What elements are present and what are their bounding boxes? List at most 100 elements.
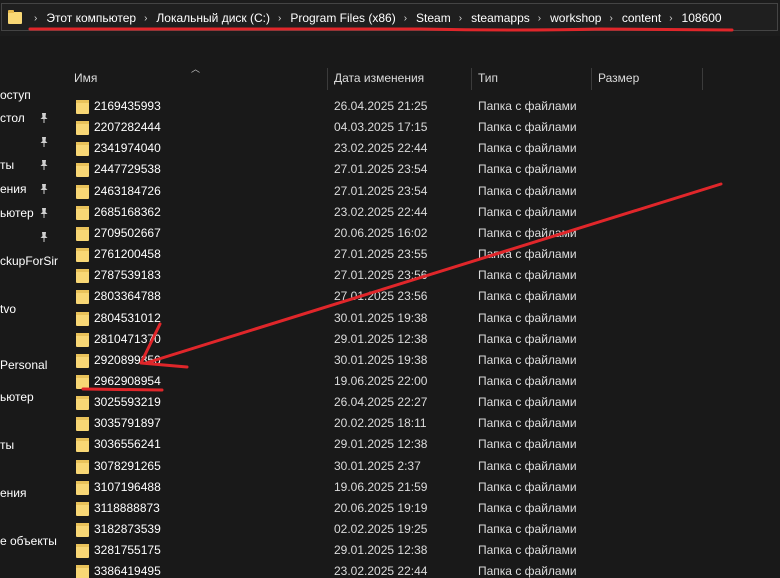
folder-icon	[76, 290, 89, 305]
file-date: 26.04.2025 22:27	[334, 395, 428, 410]
file-row[interactable]: 2962908954 19.06.2025 22:00 Папка с файлам…	[58, 371, 780, 392]
folder-icon	[8, 10, 22, 24]
file-row[interactable]: 2685168362 23.02.2025 22:44 Папка с файлам…	[58, 202, 780, 223]
pin-icon[interactable]	[39, 136, 49, 148]
file-row[interactable]: 2709502667 20.06.2025 16:02 Папка с файлам…	[58, 223, 780, 244]
file-row[interactable]: 2447729538 27.01.2025 23:54 Папка с файлам…	[58, 159, 780, 180]
file-row[interactable]: 2920899850 30.01.2025 19:38 Папка с файлам…	[58, 350, 780, 371]
column-header-date[interactable]: Дата изменения	[328, 66, 471, 92]
file-date: 30.01.2025 2:37	[334, 458, 421, 473]
file-name: 3107196488	[94, 479, 161, 494]
chevron-right-icon[interactable]: ›	[278, 13, 281, 24]
file-row[interactable]: 3036556241 29.01.2025 12:38 Папка с файлам…	[58, 434, 780, 455]
nav-item[interactable]: ты	[0, 154, 58, 176]
nav-item-label: ения	[0, 486, 27, 500]
nav-item[interactable]	[0, 506, 58, 528]
chevron-right-icon[interactable]: ›	[609, 13, 612, 24]
file-name: 2709502667	[94, 225, 161, 240]
file-row[interactable]: 3078291265 30.01.2025 2:37 Папка с файлами	[58, 456, 780, 477]
nav-item[interactable]: tvo	[0, 298, 58, 320]
nav-item[interactable]: ckupForSir	[0, 250, 58, 272]
file-date: 20.06.2025 16:02	[334, 225, 428, 240]
file-type: Папка с файлами	[478, 183, 577, 198]
file-row[interactable]: 3035791897 20.02.2025 18:11 Папка с файлам…	[58, 413, 780, 434]
chevron-right-icon[interactable]: ›	[538, 13, 541, 24]
address-bar[interactable]: › Этот компьютер › Локальный диск (C:) › Prog…	[1, 3, 778, 31]
file-name: 3078291265	[94, 458, 161, 473]
chevron-right-icon[interactable]: ›	[34, 13, 37, 24]
nav-item[interactable]	[0, 274, 58, 296]
nav-item[interactable]: е объекты	[0, 530, 58, 552]
file-name: 3025593219	[94, 395, 161, 410]
breadcrumb-item[interactable]: steamapps	[471, 11, 530, 25]
nav-item[interactable]	[0, 131, 58, 153]
file-name: 2804531012	[94, 310, 161, 325]
breadcrumb-item[interactable]: Локальный диск (C:)	[156, 11, 270, 25]
breadcrumb-item[interactable]: 108600	[682, 11, 722, 25]
column-header-name[interactable]: Имя	[68, 66, 326, 92]
breadcrumb-item[interactable]: content	[622, 11, 661, 25]
column-divider[interactable]	[702, 68, 703, 90]
file-date: 30.01.2025 19:38	[334, 352, 428, 367]
chevron-right-icon[interactable]: ›	[144, 13, 147, 24]
pin-icon[interactable]	[39, 207, 49, 219]
file-type: Папка с файлами	[478, 225, 577, 240]
breadcrumb-item[interactable]: workshop	[550, 11, 601, 25]
file-row[interactable]: 2761200458 27.01.2025 23:55 Папка с файлам…	[58, 244, 780, 265]
nav-item[interactable]: ьютер	[0, 386, 58, 408]
file-row[interactable]: 2803364788 27.01.2025 23:56 Папка с файлам…	[58, 286, 780, 307]
file-type: Папка с файлами	[478, 162, 577, 177]
file-row[interactable]: 3025593219 26.04.2025 22:27 Папка с файлам…	[58, 392, 780, 413]
chevron-right-icon[interactable]: ›	[404, 13, 407, 24]
file-row[interactable]: 2169435993 26.04.2025 21:25 Папка с файлам…	[58, 96, 780, 117]
nav-item[interactable]: ьютер	[0, 202, 58, 224]
nav-item[interactable]	[0, 554, 58, 576]
nav-item[interactable]	[0, 322, 58, 344]
breadcrumb-item[interactable]: Program Files (x86)	[290, 11, 395, 25]
nav-item[interactable]: оступ	[0, 84, 58, 106]
column-header-type[interactable]: Тип	[472, 66, 591, 92]
file-date: 29.01.2025 12:38	[334, 543, 428, 558]
file-row[interactable]: 3386419495 23.02.2025 22:44 Папка с файлам…	[58, 561, 780, 578]
chevron-right-icon[interactable]: ›	[669, 13, 672, 24]
nav-item[interactable]: ты	[0, 434, 58, 456]
nav-item[interactable]: ения	[0, 482, 58, 504]
folder-icon	[76, 523, 89, 537]
file-date: 26.04.2025 21:25	[334, 99, 428, 113]
folder-icon	[76, 248, 89, 263]
pin-icon[interactable]	[39, 112, 49, 124]
nav-item[interactable]	[0, 458, 58, 480]
nav-item[interactable]	[0, 412, 58, 434]
file-date: 27.01.2025 23:56	[334, 268, 428, 283]
pin-icon[interactable]	[39, 183, 49, 195]
file-name: 3036556241	[94, 437, 161, 452]
nav-item-label: ckupForSir	[0, 254, 58, 268]
nav-item-label: Personal	[0, 358, 48, 372]
file-row[interactable]: 2463184726 27.01.2025 23:54 Папка с файлам…	[58, 181, 780, 202]
file-row[interactable]: 2804531012 30.01.2025 19:38 Папка с файлам…	[58, 308, 780, 329]
file-name: 2341974040	[94, 141, 161, 156]
file-date: 29.01.2025 12:38	[334, 437, 428, 452]
breadcrumb-item[interactable]: Этот компьютер	[46, 11, 136, 25]
pin-icon[interactable]	[39, 231, 49, 243]
nav-item-label: стол	[0, 111, 25, 125]
folder-icon	[76, 121, 89, 136]
file-type: Папка с файлами	[478, 141, 577, 156]
file-row[interactable]: 3182873539 02.02.2025 19:25 Папка с файлам…	[58, 519, 780, 540]
pin-icon[interactable]	[39, 159, 49, 171]
nav-item[interactable]: стол	[0, 107, 58, 129]
file-row[interactable]: 3281755175 29.01.2025 12:38 Папка с файлам…	[58, 540, 780, 561]
nav-item[interactable]	[0, 226, 58, 248]
column-header-size[interactable]: Размер	[592, 66, 702, 92]
nav-item[interactable]: ения	[0, 178, 58, 200]
file-row[interactable]: 2810471370 29.01.2025 12:38 Папка с файлам…	[58, 329, 780, 350]
file-row[interactable]: 3118888873 20.06.2025 19:19 Папка с файлам…	[58, 498, 780, 519]
chevron-right-icon[interactable]: ›	[459, 13, 462, 24]
file-type: Папка с файлами	[478, 564, 577, 578]
file-row[interactable]: 3107196488 19.06.2025 21:59 Папка с файлам…	[58, 477, 780, 498]
file-row[interactable]: 2341974040 23.02.2025 22:44 Папка с файлам…	[58, 138, 780, 159]
nav-item[interactable]: Personal	[0, 354, 58, 376]
file-row[interactable]: 2787539183 27.01.2025 23:56 Папка с файлам…	[58, 265, 780, 286]
breadcrumb-item[interactable]: Steam	[416, 11, 451, 25]
file-row[interactable]: 2207282444 04.03.2025 17:15 Папка с файлам…	[58, 117, 780, 138]
